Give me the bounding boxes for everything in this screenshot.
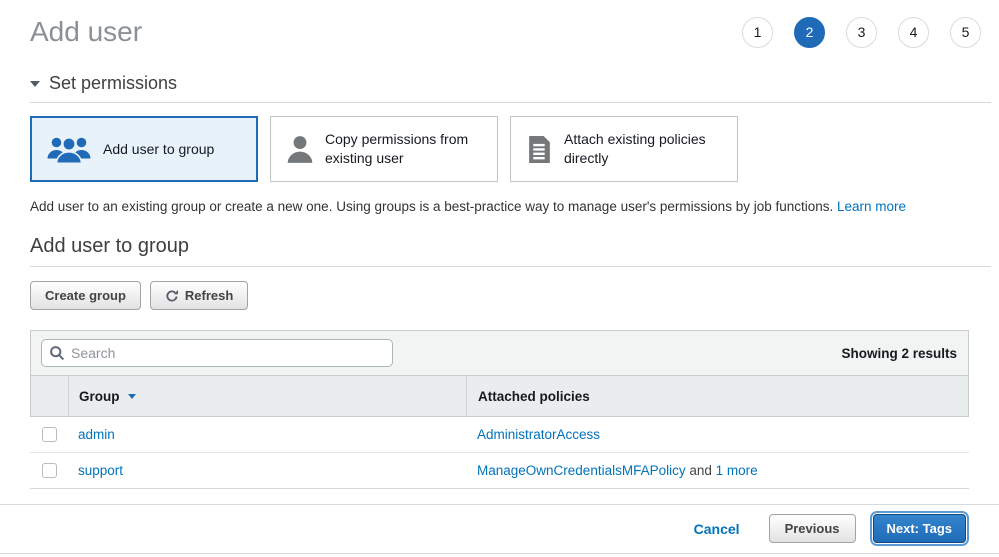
- option-copy-permissions[interactable]: Copy permissions from existing user: [270, 116, 498, 182]
- caret-down-icon: [30, 81, 40, 87]
- set-permissions-collapse-header[interactable]: Set permissions: [30, 73, 969, 94]
- option-attach-policies[interactable]: Attach existing policies directly: [510, 116, 738, 182]
- refresh-icon: [165, 289, 179, 303]
- step-2-active: 2: [794, 17, 825, 48]
- group-section-title: Add user to group: [30, 235, 969, 258]
- option-label: Copy permissions from existing user: [325, 130, 487, 168]
- search-box: [41, 339, 393, 367]
- more-policies-link[interactable]: 1 more: [716, 463, 758, 478]
- step-5: 5: [950, 17, 981, 48]
- row-checkbox[interactable]: [42, 463, 57, 478]
- policies-cell: AdministratorAccess: [466, 417, 969, 452]
- permissions-description: Add user to an existing group or create …: [30, 199, 969, 214]
- page-header: Add user 1 2 3 4 5: [0, 0, 999, 48]
- policy-link[interactable]: AdministratorAccess: [477, 427, 600, 442]
- group-link[interactable]: admin: [78, 427, 115, 442]
- table-row: admin AdministratorAccess: [30, 417, 969, 453]
- option-add-user-to-group[interactable]: Add user to group: [30, 116, 258, 182]
- column-header-group[interactable]: Group: [69, 376, 467, 416]
- user-icon: [287, 134, 313, 164]
- search-input[interactable]: [41, 339, 393, 367]
- divider: [30, 102, 991, 103]
- add-user-wizard: Add user 1 2 3 4 5 Set permissions: [0, 0, 999, 557]
- policy-document-icon: [527, 135, 552, 164]
- policy-link[interactable]: ManageOwnCredentialsMFAPolicy: [477, 463, 686, 478]
- results-count: Showing 2 results: [841, 346, 958, 361]
- groups-table: Showing 2 results Group Attached policie…: [30, 330, 969, 489]
- row-checkbox[interactable]: [42, 427, 57, 442]
- next-tags-button[interactable]: Next: Tags: [873, 514, 967, 543]
- group-cell: admin: [68, 417, 466, 452]
- divider: [30, 266, 991, 267]
- option-label: Add user to group: [103, 140, 214, 159]
- refresh-button[interactable]: Refresh: [150, 281, 248, 310]
- create-group-button[interactable]: Create group: [30, 281, 141, 310]
- header-checkbox-cell: [31, 376, 69, 416]
- column-header-attached-policies: Attached policies: [467, 376, 968, 416]
- page-title: Add user: [30, 16, 142, 48]
- cancel-link[interactable]: Cancel: [694, 521, 740, 537]
- section-title: Set permissions: [49, 73, 177, 94]
- previous-button[interactable]: Previous: [769, 514, 856, 543]
- permission-option-cards: Add user to group Copy permissions from …: [30, 116, 969, 182]
- step-1: 1: [742, 17, 773, 48]
- table-toolbar: Showing 2 results: [30, 330, 969, 375]
- group-actions: Create group Refresh: [30, 281, 969, 310]
- table-header-row: Group Attached policies: [30, 375, 969, 417]
- policies-cell: ManageOwnCredentialsMFAPolicy and 1 more: [466, 453, 969, 488]
- group-link[interactable]: support: [78, 463, 123, 478]
- wizard-step-indicator: 1 2 3 4 5: [742, 17, 981, 48]
- table-row: support ManageOwnCredentialsMFAPolicy an…: [30, 453, 969, 489]
- option-label: Attach existing policies directly: [564, 130, 727, 168]
- sort-desc-icon: [128, 394, 136, 399]
- wizard-footer: Cancel Previous Next: Tags: [0, 504, 999, 554]
- group-cell: support: [68, 453, 466, 488]
- step-3: 3: [846, 17, 877, 48]
- learn-more-link[interactable]: Learn more: [837, 199, 906, 214]
- user-group-icon: [47, 134, 91, 164]
- search-icon: [49, 345, 65, 361]
- step-4: 4: [898, 17, 929, 48]
